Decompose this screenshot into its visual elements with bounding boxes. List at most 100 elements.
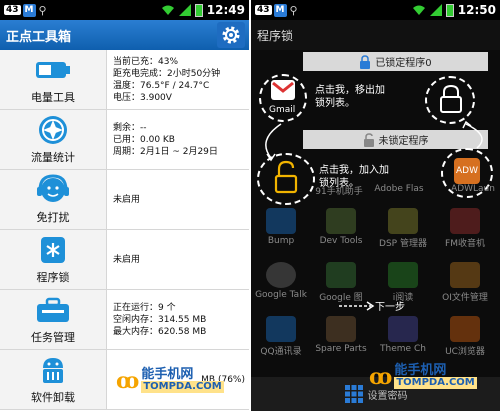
watermark-url: TOMPDA.COM [141, 381, 224, 393]
tool-row-traffic: 流量统计 剩余：-- 已用：0.00 KB 周期：2月1日 ~ 2月29日 [0, 110, 249, 170]
app-item[interactable]: 91手机助手 [315, 182, 363, 197]
battery-status-icon [194, 3, 203, 17]
tool-label: 免打扰 [36, 211, 70, 224]
gear-icon [222, 26, 240, 44]
app-item[interactable]: Theme Ch [379, 316, 427, 354]
traffic-tool-button[interactable]: 流量统计 [0, 110, 107, 169]
watermark-url: TOMPDA.COM [394, 377, 477, 389]
traffic-info: 剩余：-- 已用：0.00 KB 周期：2月1日 ~ 2月29日 [107, 110, 249, 169]
google-maps-icon [326, 262, 356, 288]
app-title: 正点工具箱 [6, 29, 72, 45]
gmail-icon [271, 80, 295, 100]
battery-info: 当前已充：43% 距充电完成：2小时50分钟 温度：76.5°F / 24.7°… [107, 50, 249, 109]
app-item[interactable]: Google 图 [317, 262, 365, 303]
uninstall-tool-button[interactable]: 软件卸载 [0, 350, 107, 409]
app-item[interactable]: Dev Tools [317, 208, 365, 246]
battery-icon [36, 62, 70, 78]
page-title: 程序锁 [257, 28, 294, 43]
app-item[interactable]: QQ通讯录 [257, 316, 305, 357]
toolbox-icon [37, 297, 69, 322]
tool-row-app-lock: 程序锁 未启用 [0, 230, 249, 290]
app-item[interactable]: UC浏览器 [441, 316, 489, 357]
task-manager-tool-button[interactable]: 任务管理 [0, 290, 107, 349]
watermark-site-name: 能手机网 [394, 363, 447, 378]
aperture-icon [39, 116, 67, 144]
watermark-logo: ꝏ 能手机网 TOMPDA.COM [116, 368, 224, 394]
info-line: 空闲内存：314.55 MB [113, 314, 207, 325]
watermark-logo: ꝏ 能手机网 TOMPDA.COM [369, 364, 477, 390]
uc-browser-icon [450, 316, 480, 342]
app-lock-tool-button[interactable]: 程序锁 [0, 230, 107, 289]
app-label: Spare Parts [315, 344, 367, 354]
fm-radio-icon [450, 208, 480, 234]
ireader-icon [388, 262, 418, 288]
asterisk-lock-icon [41, 237, 65, 263]
battery-tool-button[interactable]: 电量工具 [0, 50, 107, 109]
signal-icon [178, 4, 191, 16]
usb-icon: ⚲ [289, 3, 298, 17]
remove-lock-tip: 点击我，移出加 锁列表。 [315, 84, 385, 110]
qq-contacts-icon [266, 316, 296, 342]
app-item[interactable]: OI文件管理 [441, 262, 489, 303]
app-lock-screen: 43 M ⚲ 12:50 程序锁 已锁定程序0 未锁定程序 Gmail 点击我，… [251, 0, 500, 411]
app-label: Google Talk [255, 290, 307, 300]
status-bar: 43 M ⚲ 12:49 [0, 0, 249, 20]
m-app-icon: M [273, 3, 287, 17]
no-disturb-info: 未启用 [107, 170, 249, 229]
watermark-emblem-icon: ꝏ [369, 364, 393, 390]
clock: 12:49 [206, 3, 245, 17]
signal-icon [429, 4, 442, 16]
app-item[interactable]: DSP 管理器 [379, 208, 427, 249]
info-line: 周期：2月1日 ~ 2月29日 [113, 146, 218, 157]
info-line: 已用：0.00 KB [113, 134, 175, 145]
app-label: DSP 管理器 [379, 239, 427, 249]
keypad-icon [344, 385, 363, 403]
tool-row-task-manager: 任务管理 正在运行：9 个 空闲内存：314.55 MB 最大内存：620.58… [0, 290, 249, 350]
app-label: Adobe Flas [374, 184, 424, 194]
info-line: 电压：3.900V [113, 92, 172, 103]
m-app-icon: M [22, 3, 36, 17]
app-label: QQ通讯录 [260, 347, 302, 357]
app-label: UC浏览器 [445, 347, 485, 357]
app-item[interactable]: Google Talk [255, 262, 307, 300]
app-item[interactable]: i阅读 [379, 262, 427, 303]
app-item[interactable]: Spare Parts [315, 316, 367, 354]
dsp-manager-icon [388, 208, 418, 234]
watermark-site-name: 能手机网 [141, 367, 194, 382]
bump-icon [266, 208, 296, 234]
next-step-hint[interactable]: 下一步 [337, 298, 405, 317]
guide-arrows [265, 120, 483, 162]
tool-label: 任务管理 [31, 331, 75, 344]
info-line: 未启用 [113, 194, 141, 205]
spare-parts-icon [326, 316, 356, 342]
app-item[interactable]: ADWLaun [449, 182, 497, 194]
usb-icon: ⚲ [38, 3, 47, 17]
next-step-label: 下一步 [375, 302, 405, 313]
app-label: ADWLaun [451, 184, 495, 194]
app-label: OI文件管理 [442, 293, 488, 303]
tool-row-no-disturb: 免打扰 未启用 [0, 170, 249, 230]
google-talk-icon [266, 262, 296, 288]
app-item[interactable]: Adobe Flas [374, 182, 424, 194]
notification-count-badge: 43 [255, 5, 272, 15]
no-disturb-tool-button[interactable]: 免打扰 [0, 170, 107, 229]
locked-apps-label: 已锁定程序0 [375, 58, 432, 69]
lock-icon [360, 54, 371, 69]
app-item[interactable]: Bump [257, 208, 305, 246]
headset-face-icon [37, 174, 69, 202]
task-manager-info: 正在运行：9 个 空闲内存：314.55 MB 最大内存：620.58 MB [107, 290, 249, 349]
locked-apps-header[interactable]: 已锁定程序0 [303, 52, 488, 71]
toolbox-screen: 43 M ⚲ 12:49 正点工具箱 电量工具 当前已充：43% 距充电完成：2… [0, 0, 249, 411]
tip-line: 锁列表。 [315, 98, 355, 109]
app-title-bar: 正点工具箱 [0, 20, 249, 50]
tool-list: 电量工具 当前已充：43% 距充电完成：2小时50分钟 温度：76.5°F / … [0, 50, 249, 410]
tip-line: 点击我，移出加 [315, 85, 385, 96]
info-line: 正在运行：9 个 [113, 302, 176, 313]
app-label: Bump [267, 236, 295, 246]
info-line: 未启用 [113, 254, 141, 265]
settings-button[interactable] [217, 22, 245, 48]
app-item[interactable]: FM收音机 [441, 208, 489, 249]
app-label: 91手机助手 [315, 187, 363, 197]
android-icon [43, 358, 63, 383]
theme-chooser-icon [388, 316, 418, 342]
